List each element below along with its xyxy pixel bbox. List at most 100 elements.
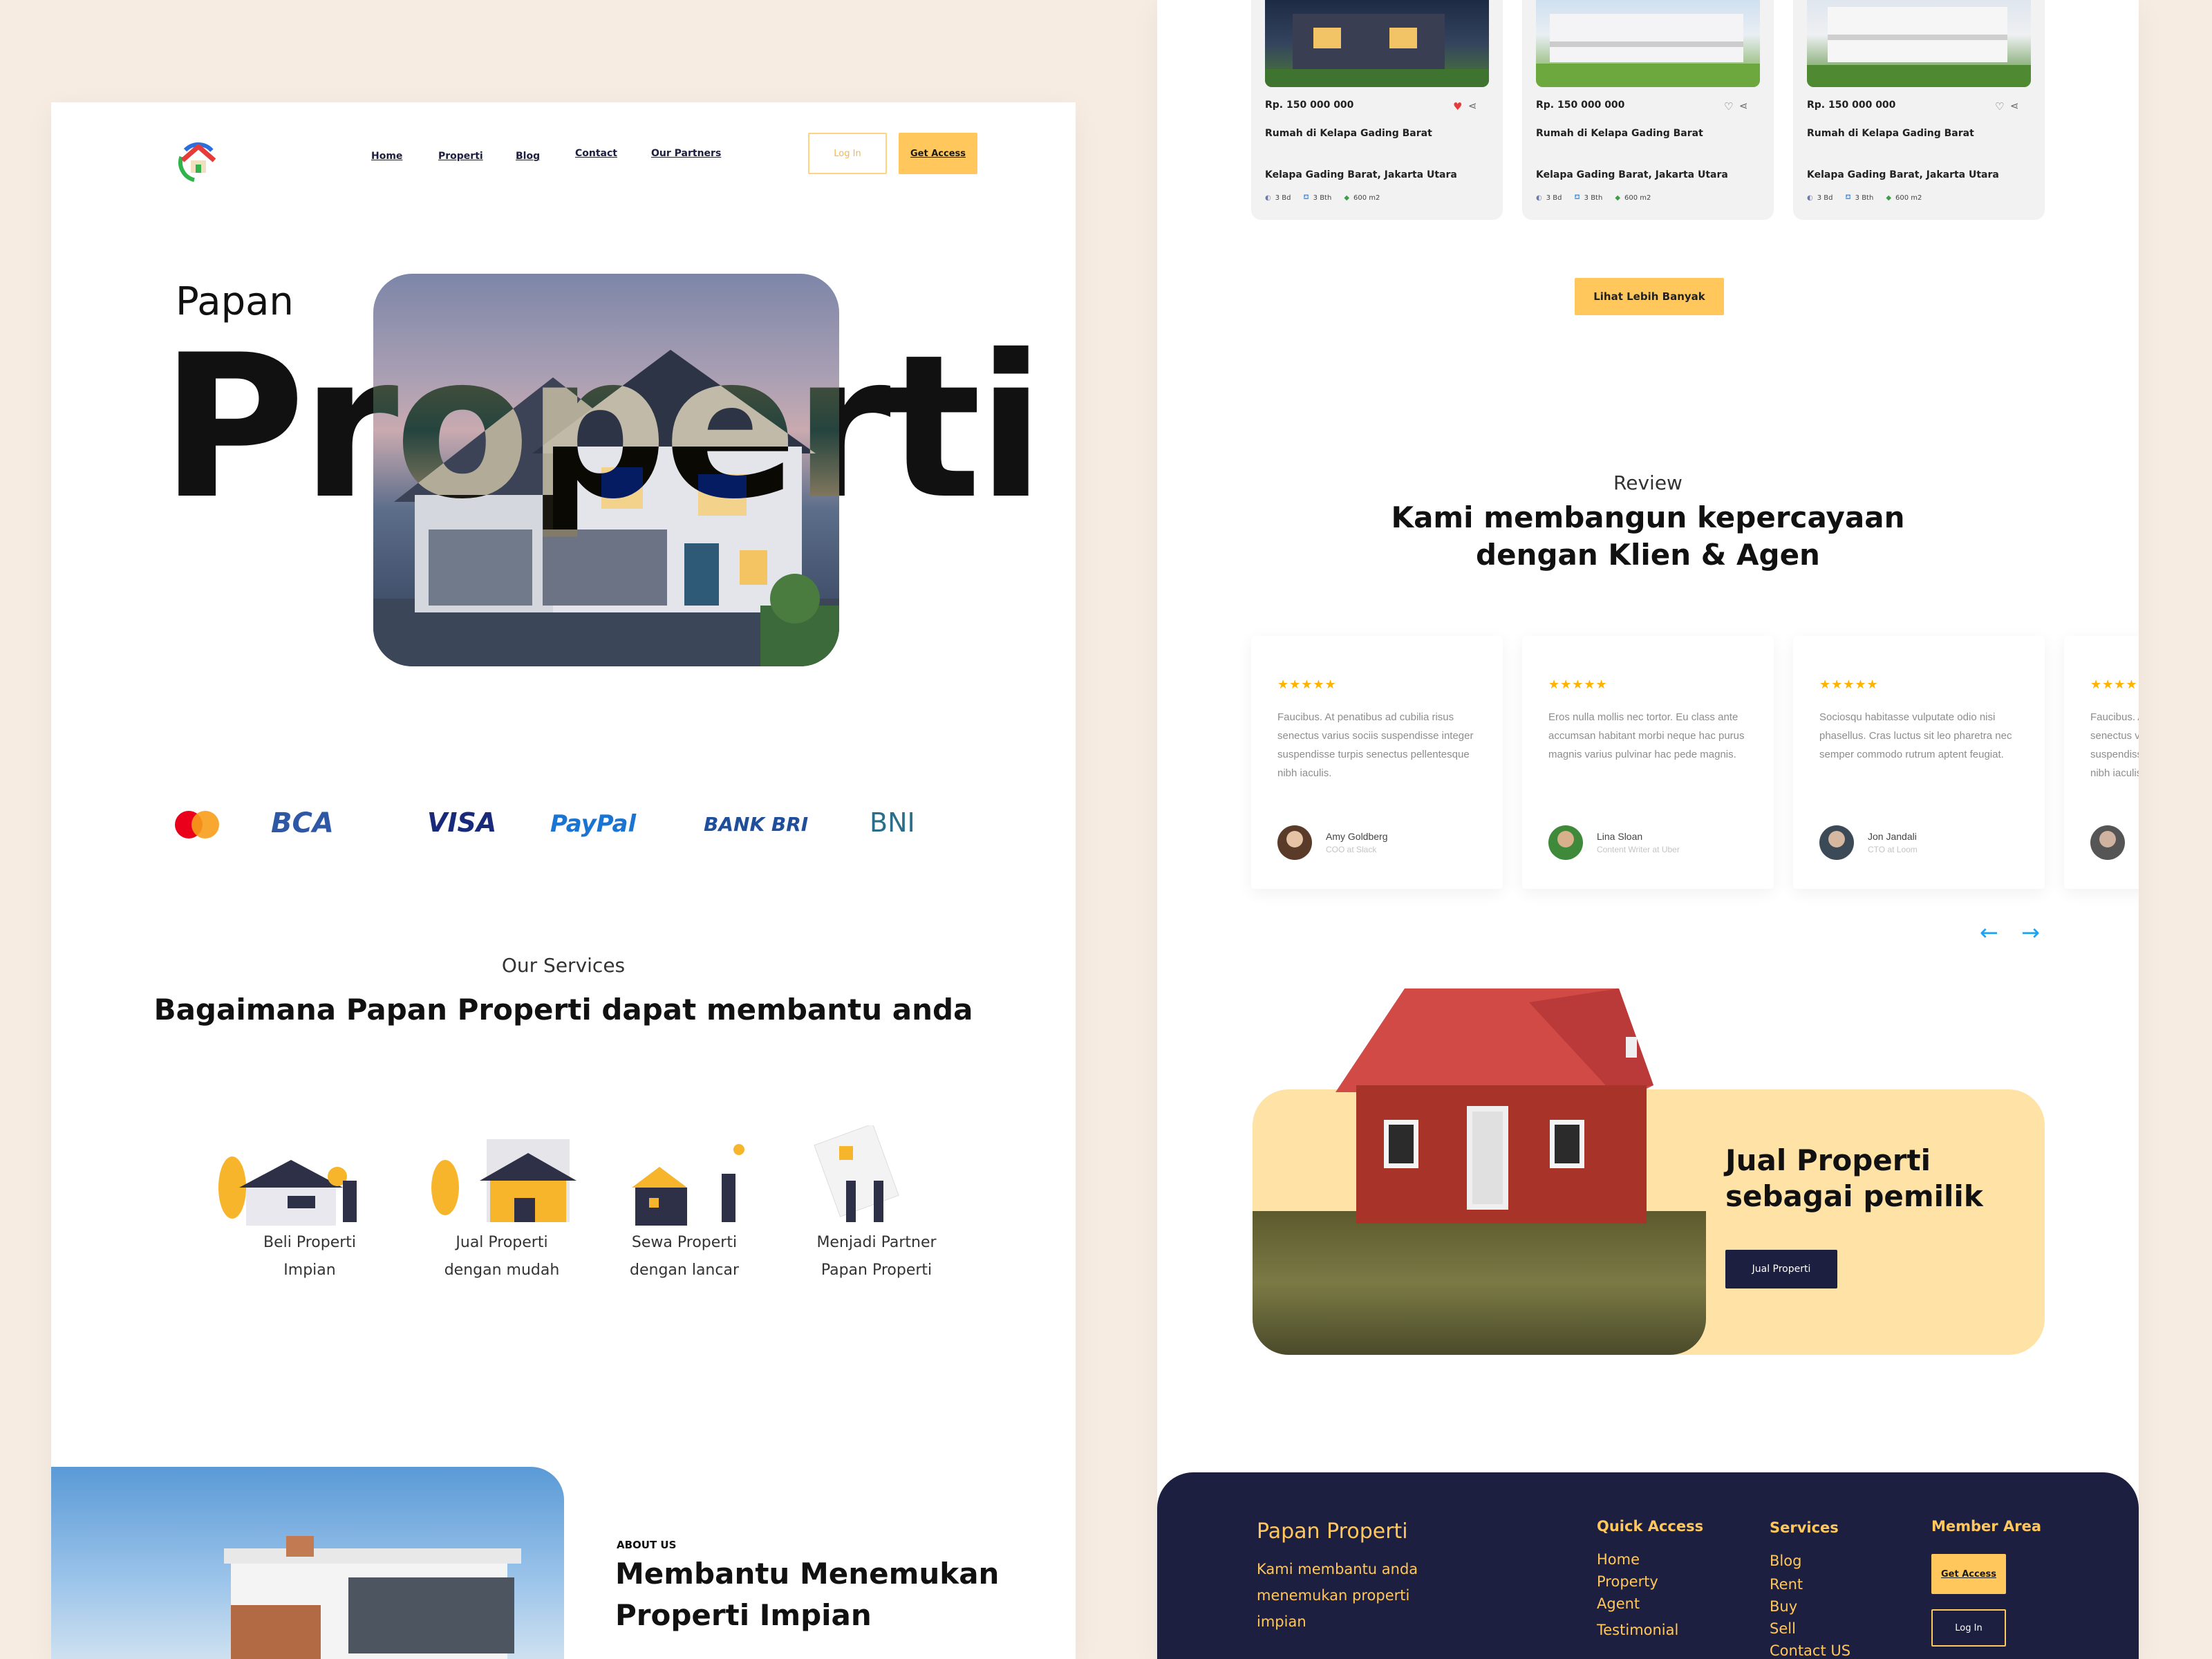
services-heading: Services bbox=[1770, 1519, 1839, 1536]
footer-link-buy[interactable]: Buy bbox=[1770, 1598, 1797, 1615]
reviewer-name: Lina Sloan bbox=[1597, 831, 1643, 842]
heart-outline-icon[interactable]: ♡ bbox=[1995, 100, 2004, 113]
red-house-image bbox=[1322, 982, 1674, 1230]
footer-link-agent[interactable]: Agent bbox=[1597, 1595, 1640, 1612]
heart-filled-icon[interactable]: ♥ bbox=[1453, 100, 1462, 113]
footer-link-testimonial[interactable]: Testimonial bbox=[1597, 1622, 1678, 1638]
footer-link-home[interactable]: Home bbox=[1597, 1551, 1640, 1568]
property-card[interactable]: Rp. 150 000 000 ♡ ⋖ Rumah di Kelapa Gadi… bbox=[1793, 0, 2045, 220]
mastercard-logo bbox=[169, 807, 225, 849]
service-buy-label: Beli Properti bbox=[263, 1234, 357, 1251]
share-icon[interactable]: ⋖ bbox=[1468, 100, 1477, 112]
sell-property-button[interactable]: Jual Properti bbox=[1725, 1250, 1837, 1288]
hero-big-title: Properti bbox=[160, 313, 1045, 543]
house-logo-icon[interactable] bbox=[177, 140, 220, 182]
landing-page-top: Home Properti Blog Contact Our Partners … bbox=[51, 102, 1076, 1659]
footer-login-button[interactable]: Log In bbox=[1931, 1609, 2006, 1647]
star-rating-icon: ★★★★★ bbox=[1548, 677, 1608, 692]
avatar bbox=[2090, 825, 2125, 860]
review-eyebrow: Review bbox=[1613, 471, 1683, 494]
area-icon: ◆ bbox=[1886, 194, 1892, 202]
about-title-line2: Properti Impian bbox=[615, 1598, 872, 1632]
member-area-heading: Member Area bbox=[1931, 1518, 2041, 1535]
paypal-logo: PayPal bbox=[550, 810, 637, 838]
bath-icon: ⛾ bbox=[1303, 194, 1309, 201]
service-partner-label: Menjadi Partner bbox=[816, 1234, 937, 1251]
reviewer-role: Content Writer at Uber bbox=[1597, 845, 1680, 854]
about-eyebrow: ABOUT US bbox=[617, 1539, 677, 1551]
reviewer-role: CTO at Loom bbox=[1868, 845, 1918, 854]
footer-tagline-line2: menemukan properti bbox=[1257, 1587, 1410, 1604]
avatar bbox=[1548, 825, 1583, 860]
property-specs: ◐ 3 Bd ⛾ 3 Bth ◆ 600 m2 bbox=[1265, 194, 1380, 202]
heart-outline-icon[interactable]: ♡ bbox=[1724, 100, 1733, 113]
visa-logo: VISA bbox=[427, 807, 497, 838]
service-sell[interactable]: Jual Properti dengan mudah bbox=[426, 1132, 578, 1284]
see-more-button[interactable]: Lihat Lebih Banyak bbox=[1575, 278, 1724, 315]
review-card: ★★★★★ Eros nulla mollis nec tortor. Eu c… bbox=[1522, 636, 1774, 889]
arrow-right-icon[interactable]: → bbox=[2021, 919, 2040, 946]
property-price: Rp. 150 000 000 bbox=[1536, 100, 1625, 111]
share-icon[interactable]: ⋖ bbox=[1739, 100, 1748, 112]
review-text: Faucibus. At penatibus ad cubilia risus … bbox=[2090, 711, 2139, 779]
nav-blog[interactable]: Blog bbox=[516, 151, 540, 162]
login-button[interactable]: Log In bbox=[808, 133, 887, 174]
about-title-line1: Membantu Menemukan bbox=[615, 1557, 1000, 1591]
about-image bbox=[51, 1467, 564, 1659]
reviewer-name: Jon Jandali bbox=[1868, 831, 1917, 842]
services-title: Bagaimana Papan Properti dapat membantu … bbox=[153, 993, 973, 1027]
footer-link-property[interactable]: Property bbox=[1597, 1573, 1658, 1590]
service-rent[interactable]: Sewa Properti dengan lancar bbox=[608, 1132, 760, 1284]
bed-icon: ◐ bbox=[1807, 194, 1813, 202]
bed-icon: ◐ bbox=[1536, 194, 1542, 202]
arrow-left-icon[interactable]: ← bbox=[1980, 919, 1998, 946]
nav-our-partners[interactable]: Our Partners bbox=[651, 148, 721, 159]
sell-banner-ground bbox=[1253, 1211, 1706, 1355]
nav-home[interactable]: Home bbox=[371, 151, 402, 162]
nav-contact[interactable]: Contact bbox=[575, 148, 617, 159]
service-rent-label: Sewa Properti bbox=[631, 1234, 738, 1251]
review-card: ★★★★★ Sociosqu habitasse vulputate odio … bbox=[1793, 636, 2045, 889]
property-image bbox=[1807, 0, 2031, 87]
review-title-line2: dengan Klien & Agen bbox=[1476, 538, 1820, 572]
footer-link-sell[interactable]: Sell bbox=[1770, 1620, 1796, 1637]
star-rating-icon: ★★★★★ bbox=[1819, 677, 1879, 692]
footer-brand: Papan Properti bbox=[1257, 1519, 1408, 1544]
service-buy[interactable]: Beli Properti Impian bbox=[234, 1132, 386, 1284]
footer: Papan Properti Kami membantu anda menemu… bbox=[1157, 1472, 2139, 1659]
reviewer-name: Amy Goldberg bbox=[1326, 831, 1388, 842]
sell-title-line1: Jual Properti bbox=[1725, 1143, 1931, 1177]
property-location: Kelapa Gading Barat, Jakarta Utara bbox=[1265, 169, 1457, 180]
service-sell-label: Jual Properti bbox=[456, 1234, 548, 1251]
footer-tagline-line1: Kami membantu anda bbox=[1257, 1561, 1418, 1577]
review-card: ★★★★★ Faucibus. At penatibus ad cubilia … bbox=[1251, 636, 1503, 889]
property-price: Rp. 150 000 000 bbox=[1807, 100, 1896, 111]
footer-link-rent[interactable]: Rent bbox=[1770, 1576, 1803, 1593]
review-title-line1: Kami membangun kepercayaan bbox=[1391, 500, 1905, 534]
property-card[interactable]: Rp. 150 000 000 ♡ ⋖ Rumah di Kelapa Gadi… bbox=[1522, 0, 1774, 220]
property-location: Kelapa Gading Barat, Jakarta Utara bbox=[1807, 169, 1999, 180]
service-partner[interactable]: Menjadi Partner Papan Properti bbox=[800, 1132, 953, 1284]
review-card: ★★★★★ Faucibus. At penatibus ad cubilia … bbox=[2064, 636, 2139, 889]
reviewer-role: COO at Slack bbox=[1326, 845, 1377, 854]
star-rating-icon: ★★★★★ bbox=[1277, 677, 1337, 692]
review-text: Sociosqu habitasse vulputate odio nisi p… bbox=[1819, 711, 2012, 760]
sell-title-line2: sebagai pemilik bbox=[1725, 1179, 1983, 1213]
footer-get-access-button[interactable]: Get Access bbox=[1931, 1554, 2006, 1594]
footer-link-contact[interactable]: Contact US bbox=[1770, 1642, 1850, 1659]
property-specs: ◐ 3 Bd ⛾ 3 Bth ◆ 600 m2 bbox=[1807, 194, 1922, 202]
property-location: Kelapa Gading Barat, Jakarta Utara bbox=[1536, 169, 1728, 180]
avatar bbox=[1277, 825, 1312, 860]
property-price: Rp. 150 000 000 bbox=[1265, 100, 1354, 111]
landing-page-bottom: Rp. 150 000 000 ♥ ⋖ Rumah di Kelapa Gadi… bbox=[1157, 0, 2139, 1659]
share-icon[interactable]: ⋖ bbox=[2010, 100, 2019, 112]
footer-link-blog[interactable]: Blog bbox=[1770, 1553, 1801, 1569]
bni-logo: BNI bbox=[870, 807, 915, 838]
property-card[interactable]: Rp. 150 000 000 ♥ ⋖ Rumah di Kelapa Gadi… bbox=[1251, 0, 1503, 220]
review-text: Faucibus. At penatibus ad cubilia risus … bbox=[1277, 711, 1474, 779]
nav-properti[interactable]: Properti bbox=[438, 151, 483, 162]
bath-icon: ⛾ bbox=[1845, 194, 1851, 201]
property-title: Rumah di Kelapa Gading Barat bbox=[1265, 128, 1432, 139]
star-rating-icon: ★★★★★ bbox=[2090, 677, 2139, 692]
get-access-button[interactable]: Get Access bbox=[899, 133, 977, 174]
